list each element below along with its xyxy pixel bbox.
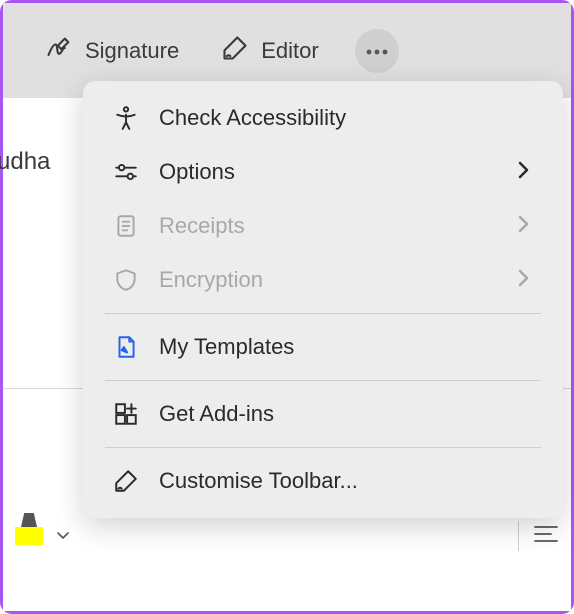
menu-separator [105,447,541,448]
formatting-toolbar [15,521,559,551]
editor-icon [221,34,249,68]
overflow-menu: Check Accessibility Options Receipts [83,81,563,518]
shield-icon [111,267,141,293]
pencil-edit-icon [111,468,141,494]
separator [518,521,519,551]
menu-label: My Templates [159,334,535,360]
menu-label: Options [159,159,499,185]
more-button[interactable] [355,29,399,73]
receipt-icon [111,213,141,239]
menu-options[interactable]: Options [83,145,563,199]
menu-separator [105,313,541,314]
menu-check-accessibility[interactable]: Check Accessibility [83,91,563,145]
accessibility-icon [111,105,141,131]
menu-separator [105,380,541,381]
paragraph-icon[interactable] [533,524,559,549]
editor-button[interactable]: Editor [209,26,330,76]
templates-icon [111,334,141,360]
menu-customise-toolbar[interactable]: Customise Toolbar... [83,454,563,508]
chevron-right-icon [517,213,535,239]
background-text-fragment: udha [0,148,50,176]
highlight-icon[interactable] [15,527,43,545]
menu-get-addins[interactable]: Get Add-ins [83,387,563,441]
ellipsis-icon [366,42,388,60]
signature-icon [45,34,73,68]
menu-label: Check Accessibility [159,105,535,131]
chevron-down-icon[interactable] [57,527,69,545]
menu-my-templates[interactable]: My Templates [83,320,563,374]
chevron-right-icon [517,267,535,293]
chevron-right-icon [517,159,535,185]
editor-label: Editor [261,38,318,64]
menu-receipts: Receipts [83,199,563,253]
menu-encryption: Encryption [83,253,563,307]
signature-button[interactable]: Signature [33,26,191,76]
menu-label: Get Add-ins [159,401,535,427]
menu-label: Encryption [159,267,499,293]
menu-label: Customise Toolbar... [159,468,535,494]
addins-icon [111,401,141,427]
signature-label: Signature [85,38,179,64]
sliders-icon [111,159,141,185]
menu-label: Receipts [159,213,499,239]
